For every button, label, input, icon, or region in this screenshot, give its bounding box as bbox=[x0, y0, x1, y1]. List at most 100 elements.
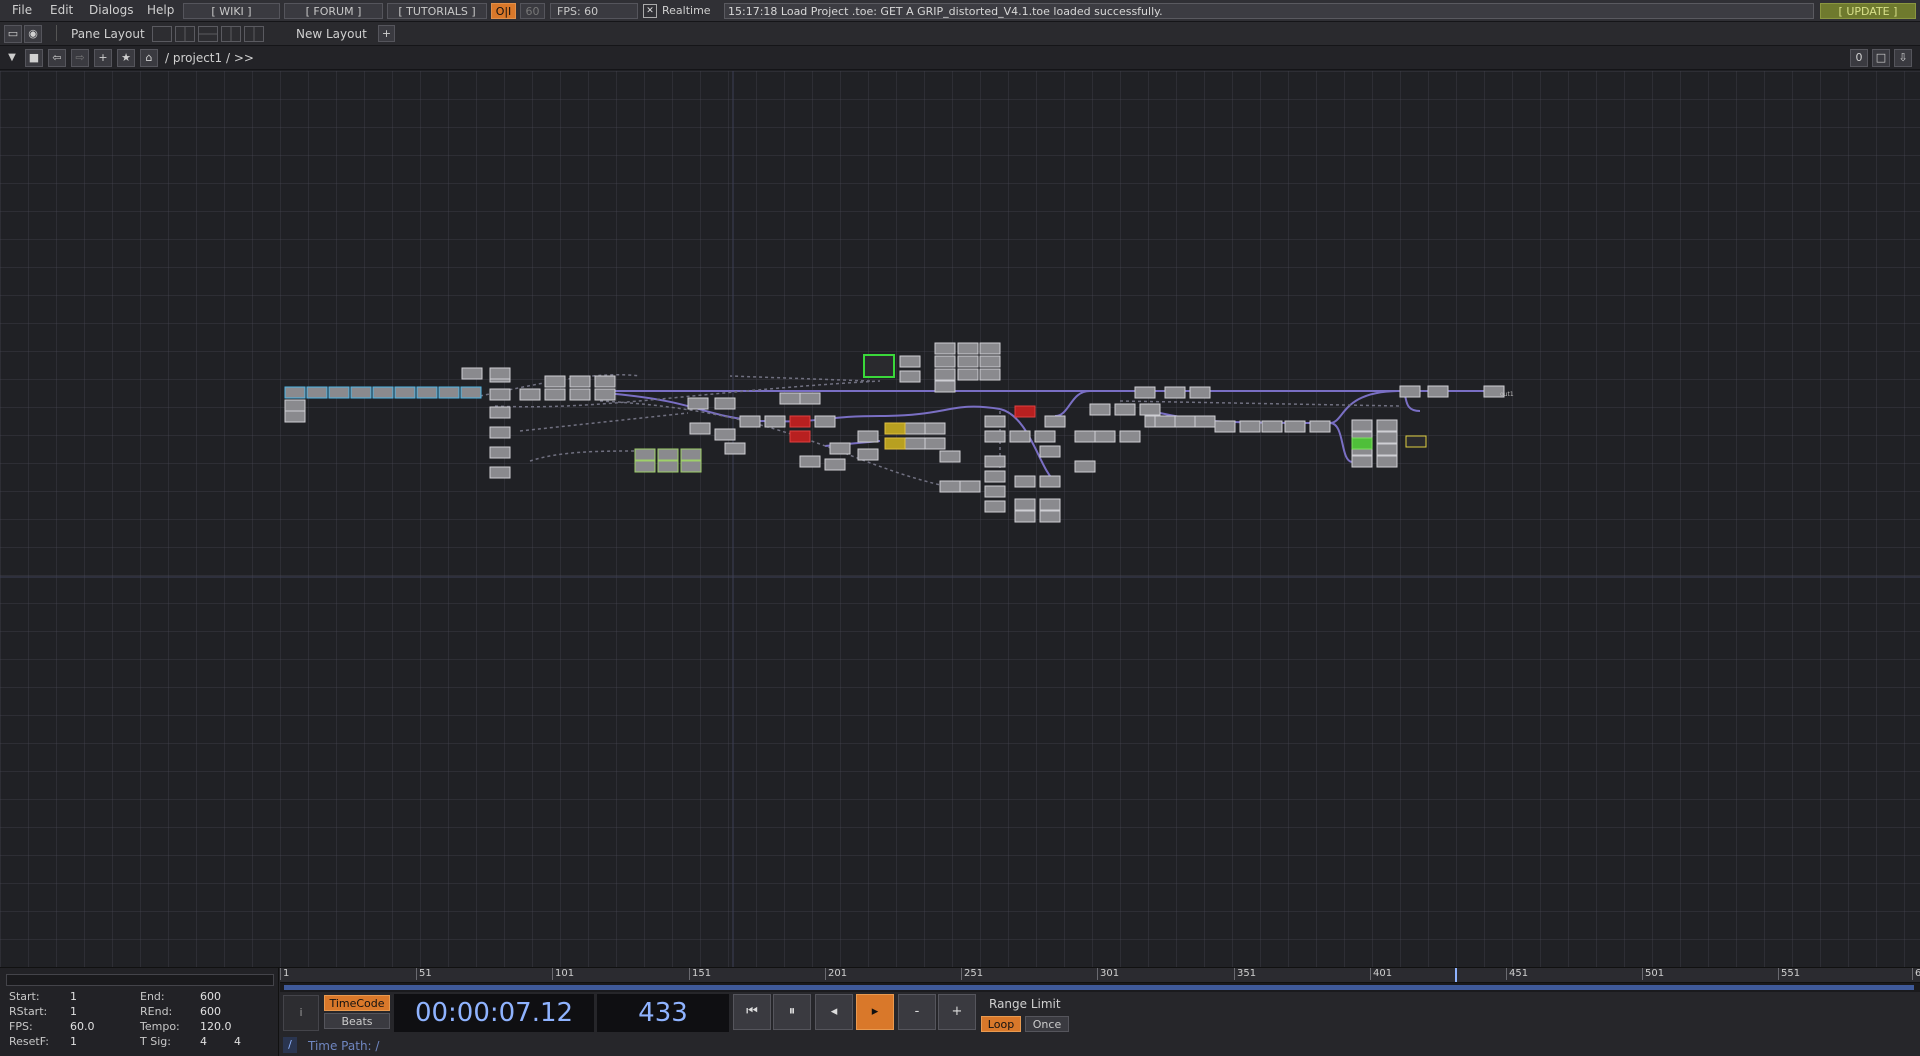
fps-value[interactable]: 60.0 bbox=[70, 1020, 95, 1033]
decrement-button[interactable]: - bbox=[898, 994, 936, 1030]
operator-node[interactable] bbox=[461, 367, 483, 380]
timeline-settings-icon[interactable]: i bbox=[283, 995, 319, 1031]
operator-node[interactable] bbox=[1399, 385, 1421, 398]
start-value[interactable]: 1 bbox=[70, 990, 77, 1003]
add-icon[interactable]: + bbox=[94, 49, 112, 67]
operator-node[interactable] bbox=[979, 368, 1001, 381]
fps-limit-button[interactable]: 60 bbox=[520, 3, 545, 19]
menu-file[interactable]: File bbox=[12, 3, 32, 17]
operator-node[interactable] bbox=[519, 388, 541, 401]
dropdown-arrow-icon[interactable]: ▼ bbox=[4, 50, 20, 66]
operator-node[interactable] bbox=[1284, 420, 1306, 433]
operator-node[interactable] bbox=[1351, 455, 1373, 468]
operator-node[interactable] bbox=[284, 386, 306, 399]
operator-node[interactable] bbox=[1014, 475, 1036, 488]
operator-node[interactable] bbox=[544, 375, 566, 388]
pause-icon[interactable]: ⏸ bbox=[773, 994, 811, 1030]
oi-toggle-button[interactable]: O|I bbox=[491, 3, 516, 19]
operator-node[interactable] bbox=[714, 397, 736, 410]
operator-node[interactable] bbox=[1351, 419, 1373, 432]
operator-node[interactable] bbox=[489, 446, 511, 459]
pin-icon[interactable]: ⇩ bbox=[1894, 49, 1912, 67]
operator-node[interactable] bbox=[1239, 420, 1261, 433]
network-graph[interactable] bbox=[0, 71, 1920, 967]
operator-node[interactable] bbox=[657, 448, 679, 461]
operator-node[interactable] bbox=[1014, 510, 1036, 523]
operator-node[interactable] bbox=[1214, 420, 1236, 433]
operator-node[interactable] bbox=[1427, 385, 1449, 398]
operator-node[interactable] bbox=[957, 342, 979, 355]
operator-node[interactable] bbox=[544, 388, 566, 401]
menu-help[interactable]: Help bbox=[147, 3, 174, 17]
operator-node[interactable] bbox=[569, 375, 591, 388]
operator-node[interactable] bbox=[984, 500, 1006, 513]
operator-node[interactable] bbox=[789, 415, 811, 428]
tsig-value-a[interactable]: 4 bbox=[200, 1035, 207, 1048]
loop-toggle[interactable]: Loop bbox=[981, 1016, 1021, 1032]
timeline-ruler[interactable]: 151101151201251301351401451501551600 bbox=[280, 968, 1920, 983]
layout-split-vertical-icon[interactable] bbox=[175, 26, 195, 42]
timecode-toggle[interactable]: TimeCode bbox=[324, 995, 390, 1011]
operator-node[interactable] bbox=[1194, 415, 1216, 428]
operator-node[interactable] bbox=[934, 380, 956, 393]
wiki-button[interactable]: [ WIKI ] bbox=[183, 3, 280, 19]
operator-node[interactable] bbox=[789, 430, 811, 443]
operator-node[interactable] bbox=[934, 368, 956, 381]
timeline-range-track[interactable] bbox=[280, 983, 1920, 992]
operator-node[interactable] bbox=[1094, 430, 1116, 443]
operator-node[interactable] bbox=[1134, 386, 1156, 399]
layout-split-horizontal-icon[interactable] bbox=[198, 26, 218, 42]
operator-node[interactable] bbox=[904, 437, 926, 450]
operator-node[interactable] bbox=[350, 386, 372, 399]
operator-node[interactable] bbox=[1074, 430, 1096, 443]
operator-node[interactable] bbox=[1074, 460, 1096, 473]
tsig-value-b[interactable]: 4 bbox=[234, 1035, 241, 1048]
layout-single-icon[interactable] bbox=[152, 26, 172, 42]
operator-node[interactable] bbox=[924, 422, 946, 435]
operator-node[interactable] bbox=[984, 430, 1006, 443]
operator-node[interactable] bbox=[394, 386, 416, 399]
playhead[interactable] bbox=[1455, 968, 1457, 982]
once-toggle[interactable]: Once bbox=[1025, 1016, 1069, 1032]
operator-node[interactable] bbox=[979, 355, 1001, 368]
forum-button[interactable]: [ FORUM ] bbox=[284, 3, 383, 19]
beats-toggle[interactable]: Beats bbox=[324, 1013, 390, 1029]
operator-node[interactable] bbox=[284, 399, 306, 412]
operator-node[interactable] bbox=[1261, 420, 1283, 433]
operator-node[interactable] bbox=[594, 388, 616, 401]
operator-node[interactable] bbox=[680, 460, 702, 473]
operator-node[interactable] bbox=[1351, 437, 1373, 450]
operator-node[interactable] bbox=[1014, 498, 1036, 511]
realtime-checkbox[interactable]: ✕ bbox=[643, 4, 657, 18]
operator-node[interactable] bbox=[1044, 415, 1066, 428]
timecode-display[interactable]: 00:00:07.12 bbox=[394, 994, 594, 1032]
back-arrow-icon[interactable]: ⇦ bbox=[48, 49, 66, 67]
operator-node[interactable] bbox=[1009, 430, 1031, 443]
operator-node[interactable] bbox=[799, 455, 821, 468]
operator-node[interactable] bbox=[1014, 405, 1036, 418]
operator-node[interactable] bbox=[957, 368, 979, 381]
operator-node[interactable] bbox=[857, 430, 879, 443]
operator-node[interactable] bbox=[328, 386, 350, 399]
operator-node[interactable] bbox=[1039, 445, 1061, 458]
operator-node[interactable] bbox=[657, 460, 679, 473]
operator-node[interactable] bbox=[984, 415, 1006, 428]
operator-node[interactable] bbox=[1139, 403, 1161, 416]
operator-node[interactable] bbox=[1039, 498, 1061, 511]
step-back-icon[interactable]: ◂ bbox=[815, 994, 853, 1030]
operator-node[interactable] bbox=[714, 428, 736, 441]
operator-node[interactable] bbox=[1089, 403, 1111, 416]
operator-node[interactable] bbox=[979, 342, 1001, 355]
time-path-slash[interactable]: / bbox=[283, 1037, 297, 1053]
operator-node[interactable] bbox=[1039, 510, 1061, 523]
maximize-icon[interactable]: □ bbox=[1872, 49, 1890, 67]
operator-node[interactable] bbox=[306, 386, 328, 399]
operator-node[interactable] bbox=[438, 386, 460, 399]
star-icon[interactable]: ★ bbox=[117, 49, 135, 67]
operator-node[interactable] bbox=[680, 448, 702, 461]
operator-node[interactable] bbox=[934, 355, 956, 368]
resetf-value[interactable]: 1 bbox=[70, 1035, 77, 1048]
rewind-to-start-icon[interactable]: ⏮ bbox=[733, 994, 771, 1030]
operator-node[interactable] bbox=[1376, 419, 1398, 432]
network-editor[interactable]: out1 bbox=[0, 71, 1920, 967]
